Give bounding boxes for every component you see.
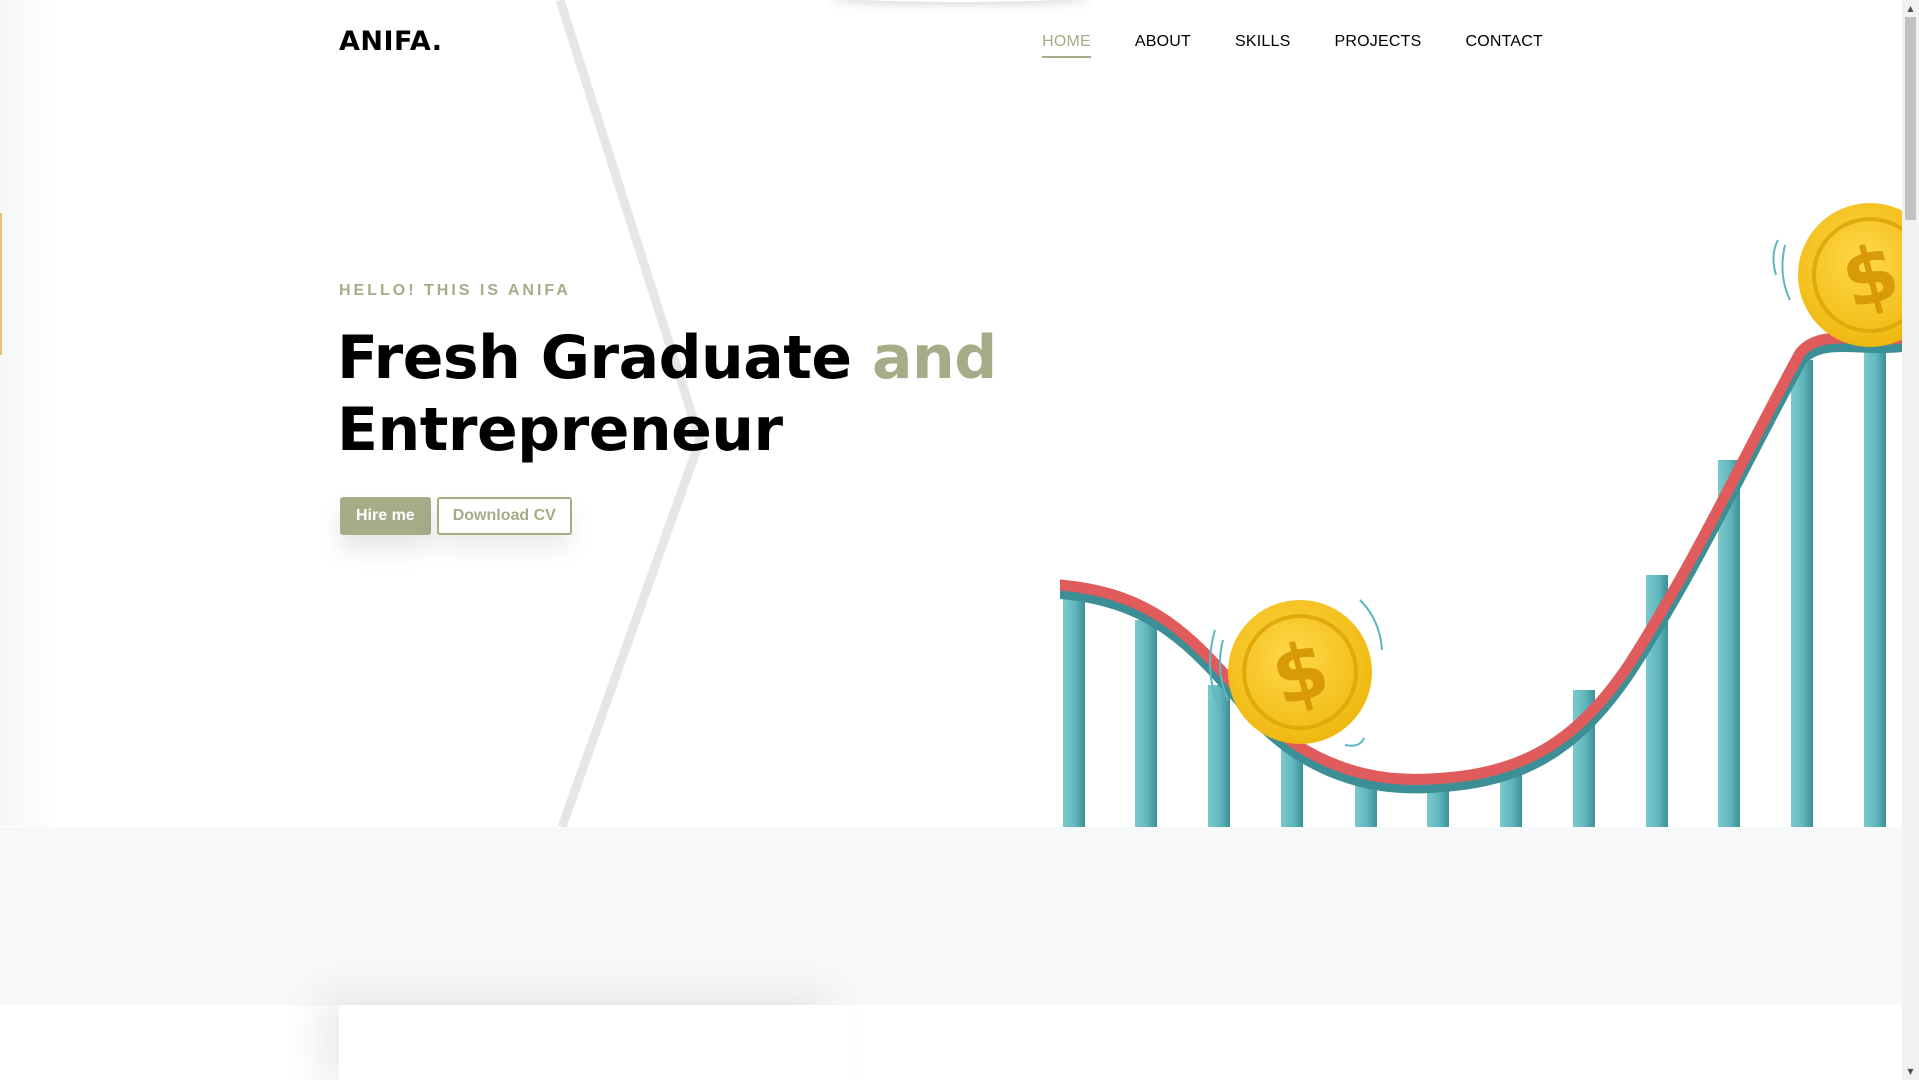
coin-large-icon: $ bbox=[1209, 599, 1383, 747]
download-cv-button[interactable]: Download CV bbox=[436, 497, 572, 535]
section-band bbox=[0, 827, 1902, 1005]
hero-buttons: Hire me Download CV bbox=[340, 497, 572, 535]
logo[interactable]: ANIFA. bbox=[339, 26, 443, 57]
nav-home[interactable]: HOME bbox=[1042, 33, 1091, 58]
about-card bbox=[339, 1005, 849, 1080]
nav-skills[interactable]: SKILLS bbox=[1235, 33, 1290, 58]
scroll-down-arrow-icon[interactable]: ▼ bbox=[1902, 1063, 1919, 1080]
headline-part2: Entrepreneur bbox=[337, 395, 783, 465]
nav-projects[interactable]: PROJECTS bbox=[1335, 33, 1422, 58]
track-shadow bbox=[1060, 338, 1902, 794]
hire-me-button[interactable]: Hire me bbox=[340, 497, 431, 535]
scroll-up-arrow-icon[interactable]: ▲ bbox=[1902, 0, 1919, 17]
rollercoaster-track bbox=[1060, 332, 1902, 785]
coins-rollercoaster-illustration: $ $ bbox=[1060, 203, 1902, 827]
page: ANIFA. HOME ABOUT SKILLS PROJECTS CONTAC… bbox=[0, 0, 1902, 1080]
hero-headline: Fresh Graduate and Entrepreneur bbox=[337, 322, 997, 466]
headline-accent: and bbox=[872, 323, 997, 393]
hero-greeting: HELLO! THIS IS ANIFA bbox=[339, 282, 571, 299]
nav-about[interactable]: ABOUT bbox=[1135, 33, 1191, 58]
coin-top-icon: $ bbox=[1772, 203, 1902, 347]
nav-contact[interactable]: CONTACT bbox=[1465, 33, 1543, 58]
scrollbar-thumb[interactable] bbox=[1905, 17, 1916, 220]
headline-part1: Fresh Graduate bbox=[337, 323, 852, 393]
main-nav: HOME ABOUT SKILLS PROJECTS CONTACT bbox=[1042, 33, 1543, 58]
